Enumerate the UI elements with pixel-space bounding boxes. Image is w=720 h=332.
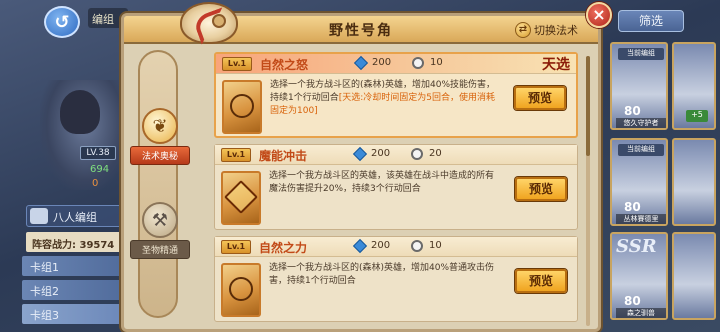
level-badge: Lv.1 — [221, 240, 251, 254]
hero-card[interactable] — [672, 138, 716, 226]
deck-tab-1[interactable]: 卡组1 — [22, 256, 130, 276]
filter-button[interactable]: 筛选 — [618, 10, 684, 32]
crew-label: 八人编组 — [53, 211, 97, 224]
swap-icon: ⇄ — [515, 22, 531, 38]
card-name: 悠久守护者 — [616, 118, 666, 128]
skill-row-header: Lv.1 自然之怒 200 10 天选 — [216, 54, 576, 74]
card-group-tag: 当前编组 — [618, 144, 664, 156]
skill-card-icon — [222, 80, 262, 134]
cooldown-icon — [411, 240, 423, 252]
chosen-tag: 天选 — [542, 57, 570, 73]
hero-card[interactable] — [672, 232, 716, 320]
skill-name: 自然之力 — [259, 241, 308, 255]
skill-description-main: 选择一个我方战斗区的(森林)英雄，增加40%普通攻击伤害，持续1个行动回合 — [269, 263, 495, 286]
tab-label: 法术奥秘 — [130, 146, 190, 165]
skill-list: Lv.1 自然之怒 200 10 天选 选择一个我方战斗区的(森林)英雄，增加4… — [214, 52, 578, 330]
back-button[interactable]: ↺ — [44, 6, 80, 38]
switch-spell-button[interactable]: ⇄ 切换法术 — [515, 20, 578, 40]
crew-icon — [30, 208, 48, 224]
skill-row[interactable]: Lv.1 自然之怒 200 10 天选 选择一个我方战斗区的(森林)英雄，增加4… — [214, 52, 578, 138]
skill-cooldown: 10 — [430, 57, 443, 68]
crossed-hammers-icon: ⚒ — [142, 202, 178, 238]
level-badge: Lv.1 — [222, 57, 252, 71]
skill-cooldown: 20 — [429, 148, 442, 159]
cooldown-icon — [412, 57, 424, 69]
skill-cooldown: 10 — [429, 240, 442, 251]
skill-row-header: Lv.1 自然之力 200 10 — [215, 237, 577, 257]
card-name: 森之驯兽 — [616, 308, 666, 318]
skill-name: 自然之怒 — [260, 58, 309, 72]
card-level: 80 — [624, 104, 641, 118]
skill-row-header: Lv.1 魔能冲击 200 20 — [215, 145, 577, 165]
card-group-tag: 当前编组 — [618, 48, 664, 60]
skill-description: 选择一个我方战斗区的英雄，该英雄在战斗中造成的所有魔法伤害提升20%，持续3个行… — [269, 170, 501, 196]
hero-card[interactable]: 当前编组 80 悠久守护者 — [610, 42, 668, 130]
side-nav: ❦ 法术奥秘 ⚒ 圣物精通 — [130, 50, 190, 318]
skill-cost: 200 — [371, 240, 391, 251]
mana-gem-icon — [352, 146, 368, 162]
skill-row[interactable]: Lv.1 自然之力 200 10 选择一个我方战斗区的(森林)英雄，增加40%普… — [214, 236, 578, 322]
hero-stat-other: 0 — [92, 178, 99, 189]
spell-dialog: 野性号角 ⇄ 切换法术 × ❦ 法术奥秘 ⚒ 圣物精通 Lv.1 自然之怒 20… — [121, 2, 612, 332]
scrollbar[interactable] — [586, 56, 590, 326]
level-badge: Lv.1 — [221, 148, 251, 162]
card-rarity: SSR — [616, 236, 657, 257]
hero-silhouette — [60, 90, 100, 134]
skill-cost: 200 — [371, 148, 391, 159]
skill-description-main: 选择一个我方战斗区的英雄，该英雄在战斗中造成的所有魔法伤害提升20%，持续3个行… — [269, 171, 495, 194]
lineup-power: 阵容战力: 39574 — [26, 232, 130, 252]
card-name: 丛林賽德里 — [616, 214, 666, 224]
triquetra-icon — [230, 94, 254, 118]
mana-gem-icon — [353, 55, 369, 71]
skill-name: 魔能冲击 — [259, 149, 308, 163]
crew-size-tab[interactable]: 八人编组 — [26, 205, 126, 227]
card-bonus-badge: +5 — [686, 110, 708, 122]
deck-tab-3[interactable]: 卡组3 — [22, 304, 130, 324]
skill-row[interactable]: Lv.1 魔能冲击 200 20 选择一个我方战斗区的英雄，该英雄在战斗中造成的… — [214, 144, 578, 230]
back-arrow-icon: ↺ — [54, 11, 70, 33]
preview-button[interactable]: 预览 — [515, 177, 567, 201]
cooldown-icon — [411, 148, 423, 160]
skill-card-icon — [221, 171, 261, 225]
skill-card-icon — [221, 263, 261, 317]
tab-spell-mystery[interactable]: ❦ 法术奥秘 — [130, 108, 190, 165]
close-button[interactable]: × — [586, 2, 612, 28]
hero-card[interactable]: SSR 80 森之驯兽 — [610, 232, 668, 320]
preview-button[interactable]: 预览 — [514, 86, 566, 110]
scrollbar-thumb[interactable] — [586, 56, 590, 156]
hero-stat-hp: 694 — [90, 164, 110, 175]
tab-label: 圣物精通 — [130, 240, 190, 259]
skill-cost: 200 — [372, 57, 392, 68]
burst-icon — [224, 180, 258, 214]
preview-button[interactable]: 预览 — [515, 269, 567, 293]
leaf-scroll-icon: ❦ — [142, 108, 178, 144]
mana-gem-icon — [352, 238, 368, 254]
card-level: 80 — [624, 294, 641, 308]
switch-spell-label: 切换法术 — [534, 24, 578, 37]
hero-card[interactable]: 当前编组 80 丛林賽德里 — [610, 138, 668, 226]
skill-description: 选择一个我方战斗区的(森林)英雄，增加40%普通攻击伤害，持续1个行动回合 — [269, 262, 501, 288]
skill-description: 选择一个我方战斗区的(森林)英雄，增加40%技能伤害，持续1个行动回合[天选:冷… — [270, 79, 502, 118]
deck-tab-2[interactable]: 卡组2 — [22, 280, 130, 300]
hero-level-badge: LV.38 — [80, 146, 116, 160]
card-level: 80 — [624, 200, 641, 214]
tab-relic-mastery[interactable]: ⚒ 圣物精通 — [130, 202, 190, 259]
triquetra-icon — [229, 277, 253, 301]
horn-icon — [180, 2, 238, 44]
